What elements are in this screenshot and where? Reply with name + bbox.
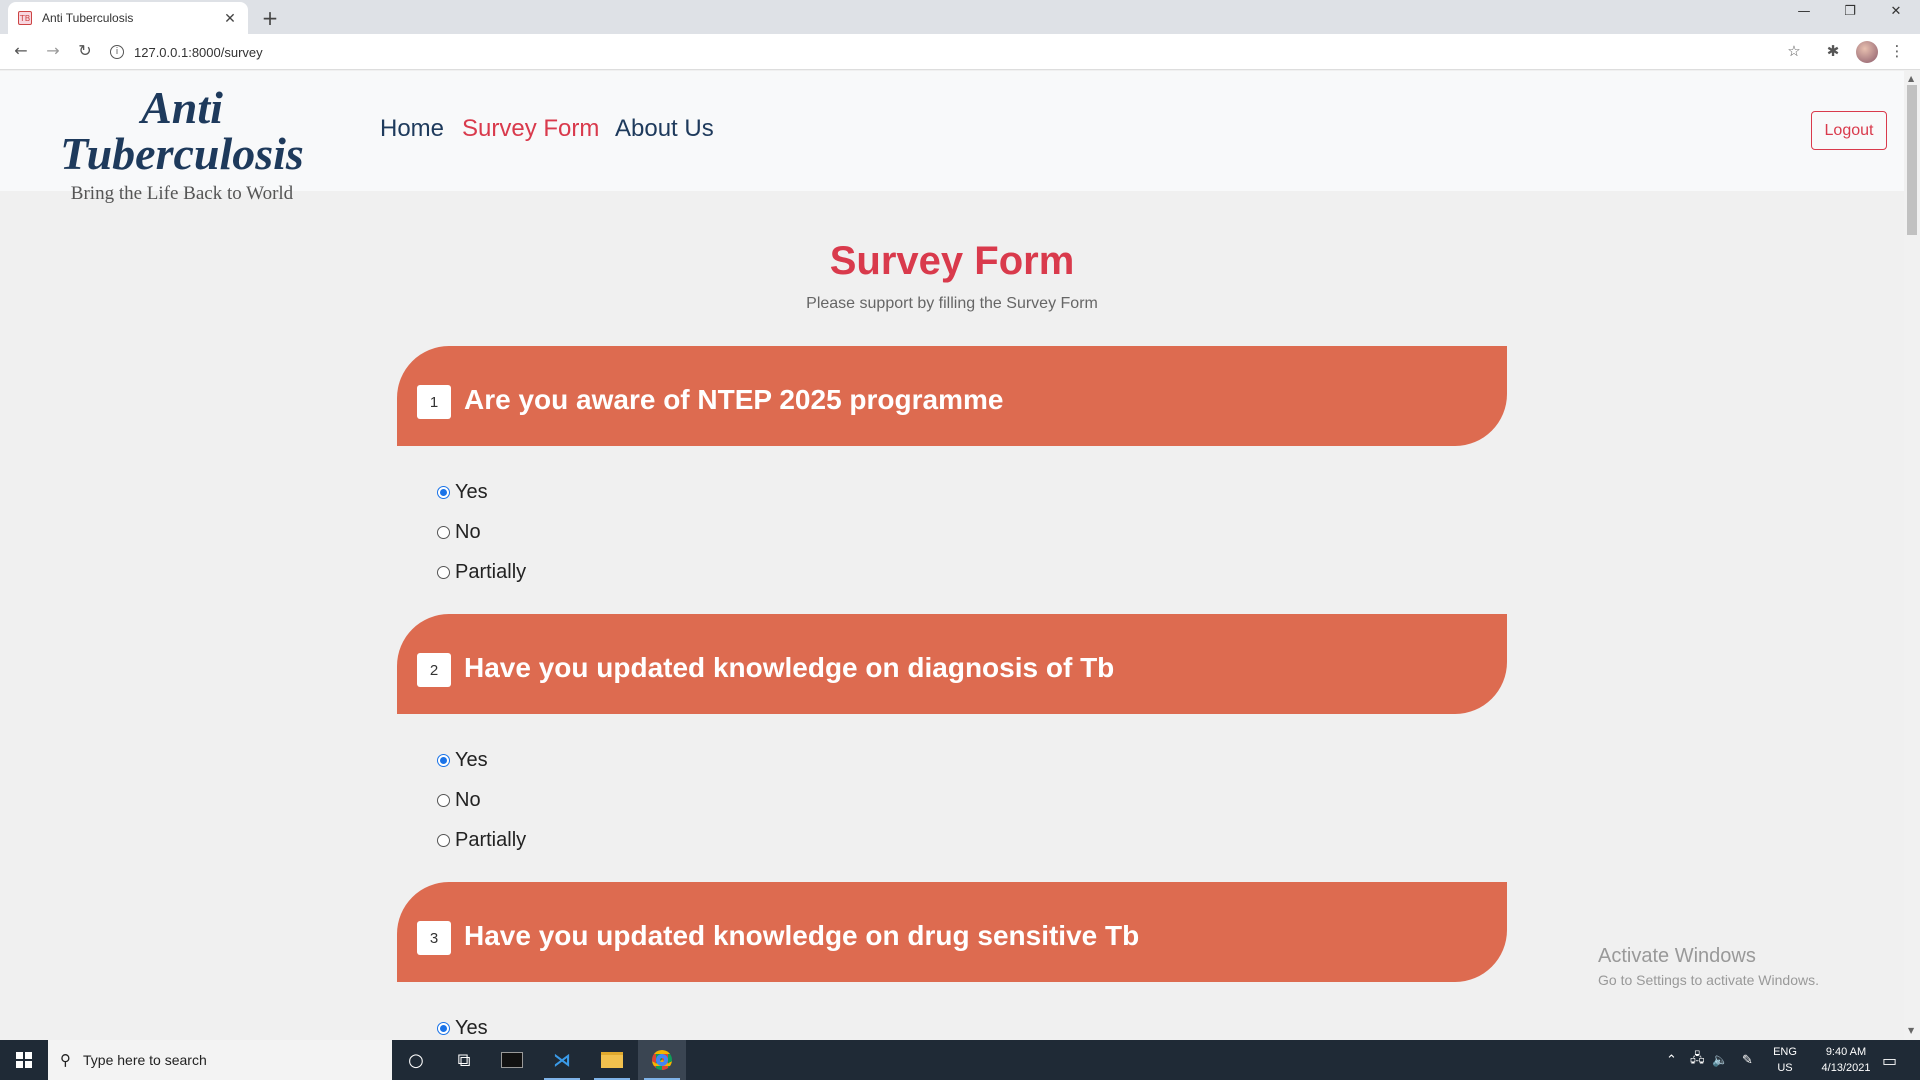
windows-logo-icon (16, 1052, 32, 1068)
option-label: Yes (455, 748, 488, 771)
question-number: 1 (417, 385, 451, 419)
new-tab-button[interactable]: + (258, 6, 282, 30)
language-code: ENG (1773, 1046, 1797, 1058)
answer-option-partially[interactable]: Partially (437, 552, 1507, 592)
reload-button[interactable]: ↻ (74, 41, 96, 60)
site-header: Anti Tuberculosis Bring the Life Back to… (0, 71, 1904, 204)
vscode-app-icon[interactable]: ⋊ (538, 1040, 586, 1080)
question-text: Have you updated knowledge on diagnosis … (464, 652, 1115, 683)
search-placeholder: Type here to search (83, 1052, 207, 1068)
page-scrollbar[interactable]: ▲ ▼ (1904, 71, 1920, 1040)
bookmark-star-icon[interactable]: ☆ (1783, 42, 1805, 60)
survey-question: 1 Are you aware of NTEP 2025 programme Y… (397, 346, 1507, 592)
page-title: Survey Form (829, 239, 1075, 283)
profile-avatar[interactable] (1856, 41, 1878, 63)
watermark-title: Activate Windows (1598, 945, 1756, 967)
answer-option-yes[interactable]: Yes (437, 1008, 1507, 1040)
tray-overflow-icon[interactable]: ⌃ (1666, 1040, 1677, 1080)
browser-menu-icon[interactable]: ⋮ (1886, 42, 1908, 60)
radio-button[interactable] (437, 525, 450, 539)
radio-button[interactable] (437, 833, 450, 847)
activate-windows-watermark: Activate Windows Go to Settings to activ… (1598, 945, 1819, 988)
option-label: Partially (455, 828, 527, 851)
site-info-icon[interactable]: i (110, 45, 124, 59)
minimize-button[interactable]: — (1784, 4, 1824, 19)
answer-option-no[interactable]: No (437, 780, 1507, 820)
browser-tab[interactable]: TB Anti Tuberculosis ✕ (8, 2, 248, 34)
answer-option-yes[interactable]: Yes (437, 472, 1507, 512)
page-viewport: Anti Tuberculosis Bring the Life Back to… (0, 71, 1904, 1040)
option-label: Partially (455, 560, 527, 583)
scroll-down-icon[interactable]: ▼ (1908, 1026, 1914, 1035)
logout-button[interactable]: Logout (1811, 111, 1887, 150)
tab-title: Anti Tuberculosis (42, 11, 134, 25)
volume-icon[interactable]: 🔈 (1712, 1040, 1728, 1080)
task-view-icon[interactable]: ⧉ (440, 1040, 488, 1080)
scroll-up-icon[interactable]: ▲ (1908, 74, 1914, 83)
question-text: Are you aware of NTEP 2025 programme (464, 384, 1004, 415)
question-banner: 1 Are you aware of NTEP 2025 programme (397, 346, 1507, 446)
option-label: Yes (455, 1016, 488, 1039)
clock-date: 4/13/2021 (1821, 1062, 1871, 1074)
language-indicator[interactable]: ENG US (1768, 1044, 1802, 1076)
radio-button[interactable] (437, 565, 450, 579)
brand[interactable]: Anti Tuberculosis Bring the Life Back to… (14, 85, 350, 205)
question-number: 2 (417, 653, 451, 687)
forward-button[interactable]: → (42, 41, 64, 60)
region-code: US (1777, 1062, 1793, 1074)
option-label: Yes (455, 480, 488, 503)
survey-question: 3 Have you updated knowledge on drug sen… (397, 882, 1507, 1040)
brand-tagline: Bring the Life Back to World (70, 183, 294, 204)
address-bar[interactable]: i 127.0.0.1:8000/survey (110, 38, 1790, 66)
browser-tabstrip: TB Anti Tuberculosis ✕ + — ❐ ✕ (0, 0, 1920, 34)
answer-option-partially[interactable]: Partially (437, 820, 1507, 860)
clock[interactable]: 9:40 AM 4/13/2021 (1806, 1044, 1886, 1076)
pen-icon[interactable]: ✎ (1742, 1040, 1753, 1080)
answer-option-yes[interactable]: Yes (437, 740, 1507, 780)
scroll-thumb[interactable] (1907, 85, 1917, 235)
question-banner: 2 Have you updated knowledge on diagnosi… (397, 614, 1507, 714)
watermark-subtitle: Go to Settings to activate Windows. (1598, 972, 1819, 988)
question-banner: 3 Have you updated knowledge on drug sen… (397, 882, 1507, 982)
browser-toolbar: ← → ↻ i 127.0.0.1:8000/survey ☆ ✱ ⋮ (0, 34, 1920, 70)
clock-time: 9:40 AM (1825, 1046, 1867, 1058)
back-button[interactable]: ← (10, 41, 32, 60)
question-text: Have you updated knowledge on drug sensi… (464, 920, 1140, 951)
radio-button[interactable] (437, 753, 450, 767)
notification-icon[interactable]: ▭ (1882, 1040, 1897, 1080)
file-explorer-icon[interactable] (588, 1040, 636, 1080)
option-label: No (455, 520, 481, 543)
answer-options: Yes (397, 1008, 1507, 1040)
option-label: No (455, 788, 481, 811)
page-subtitle: Please support by filling the Survey For… (806, 295, 1098, 312)
question-number: 3 (417, 921, 451, 955)
nav-survey-form[interactable]: Survey Form (462, 115, 599, 143)
brand-name: Anti Tuberculosis (60, 82, 304, 179)
radio-button[interactable] (437, 1021, 450, 1035)
chrome-app-icon[interactable] (638, 1040, 686, 1080)
terminal-app-icon[interactable] (488, 1040, 536, 1080)
start-button[interactable] (0, 1040, 48, 1080)
nav-about-us[interactable]: About Us (615, 115, 714, 143)
answer-options: Yes No Partially (397, 472, 1507, 592)
answer-option-no[interactable]: No (437, 512, 1507, 552)
survey-question: 2 Have you updated knowledge on diagnosi… (397, 614, 1507, 860)
radio-button[interactable] (437, 793, 450, 807)
windows-taskbar: ⚲ Type here to search ○ ⧉ ⋊ ⌃ 🖧 🔈 ✎ ENG … (0, 1040, 1920, 1080)
network-icon[interactable]: 🖧 (1690, 1040, 1705, 1080)
nav-home[interactable]: Home (380, 115, 444, 143)
url-text[interactable]: 127.0.0.1:8000/survey (134, 45, 263, 60)
radio-button[interactable] (437, 485, 450, 499)
answer-options: Yes No Partially (397, 740, 1507, 860)
taskbar-search-box[interactable]: ⚲ Type here to search (48, 1040, 392, 1080)
site-favicon-icon: TB (18, 11, 32, 25)
extensions-icon[interactable]: ✱ (1822, 42, 1844, 60)
tab-close-icon[interactable]: ✕ (222, 10, 238, 27)
restore-button[interactable]: ❐ (1830, 4, 1870, 19)
search-icon: ⚲ (60, 1051, 71, 1069)
cortana-icon[interactable]: ○ (392, 1040, 440, 1080)
close-window-button[interactable]: ✕ (1876, 4, 1916, 19)
